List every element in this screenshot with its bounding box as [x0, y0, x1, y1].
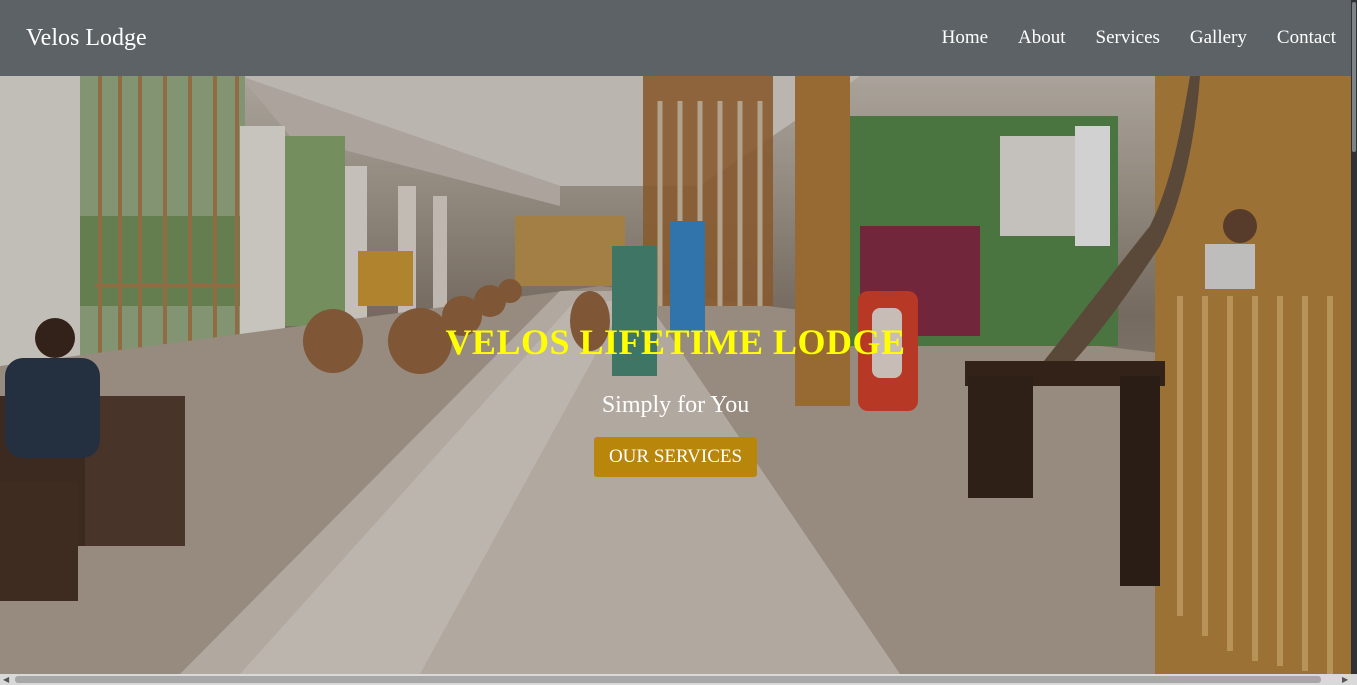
- nav-link-home[interactable]: Home: [942, 27, 988, 48]
- nav-item-about: About: [1018, 27, 1066, 49]
- nav-item-home: Home: [942, 27, 988, 49]
- hero-content: VELOS LIFETIME LODGE Simply for You OUR …: [0, 76, 1351, 674]
- brand-link[interactable]: Velos Lodge: [26, 25, 147, 52]
- horizontal-scrollbar[interactable]: ◀ ▶: [0, 674, 1357, 685]
- nav-link-services[interactable]: Services: [1096, 27, 1160, 48]
- vertical-scroll-thumb[interactable]: [1352, 2, 1356, 152]
- nav-item-gallery: Gallery: [1190, 27, 1247, 49]
- hero-subtitle: Simply for You: [601, 392, 750, 418]
- nav-link-gallery[interactable]: Gallery: [1190, 27, 1247, 48]
- our-services-button[interactable]: OUR SERVICES: [594, 437, 757, 477]
- vertical-scrollbar[interactable]: [1351, 0, 1357, 674]
- navbar: Velos Lodge Home About Services Gallery …: [0, 0, 1351, 76]
- horizontal-scroll-thumb[interactable]: [15, 676, 1321, 683]
- nav-item-contact: Contact: [1277, 27, 1336, 49]
- nav-link-contact[interactable]: Contact: [1277, 27, 1336, 48]
- triangle-left-icon[interactable]: ◀: [3, 674, 9, 685]
- hero-section: VELOS LIFETIME LODGE Simply for You OUR …: [0, 76, 1351, 674]
- triangle-right-icon[interactable]: ▶: [1342, 674, 1348, 685]
- nav-link-about[interactable]: About: [1018, 27, 1066, 48]
- hero-title: VELOS LIFETIME LODGE: [445, 322, 906, 362]
- nav-item-services: Services: [1096, 27, 1160, 49]
- nav-menu: Home About Services Gallery Contact: [942, 27, 1336, 49]
